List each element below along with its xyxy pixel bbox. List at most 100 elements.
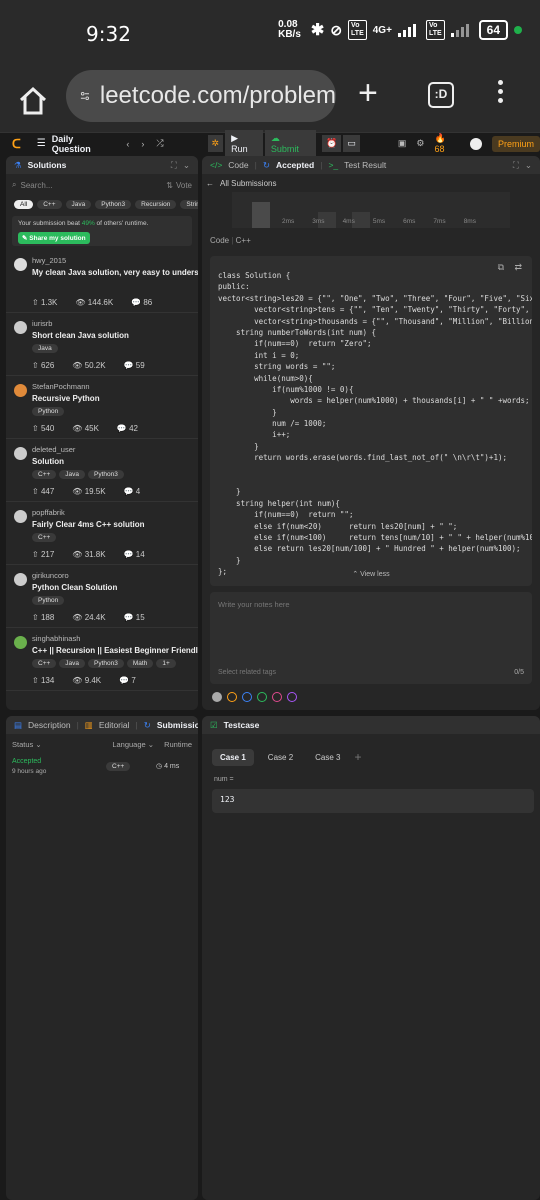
col-language[interactable]: Language ⌄: [112, 740, 154, 750]
filter-chip[interactable]: String: [180, 199, 198, 209]
new-tab-button[interactable]: +: [358, 76, 378, 110]
next-icon[interactable]: ›: [141, 139, 144, 149]
sort-icon[interactable]: ⇅: [166, 181, 173, 190]
col-runtime[interactable]: Runtime: [164, 740, 192, 750]
case-3-tab[interactable]: Case 3: [307, 749, 348, 766]
url-bar[interactable]: leetcode.com/problem: [66, 70, 336, 122]
notes-box[interactable]: Write your notes here Select related tag…: [210, 592, 532, 684]
upvote-count[interactable]: ⇧ 540: [32, 424, 54, 433]
solution-item[interactable]: girikuncoro Python Clean Solution Python ⇧ …: [6, 565, 198, 628]
tags-select[interactable]: Select related tags: [218, 669, 276, 676]
submit-button[interactable]: ☁ Submit: [264, 130, 317, 157]
upvote-icon: ⇧: [32, 487, 41, 496]
avatar: [14, 573, 27, 586]
solution-title: Fairly Clear 4ms C++ solution: [32, 520, 145, 529]
color-green[interactable]: [257, 692, 267, 702]
all-submissions-link[interactable]: ← All Submissions: [202, 174, 540, 192]
solution-item[interactable]: iurisrb Short clean Java solution Java ⇧ 62…: [6, 313, 198, 376]
solution-item[interactable]: StefanPochmann Recursive Python Python ⇧ 54…: [6, 376, 198, 439]
browser-menu-icon[interactable]: [498, 80, 504, 107]
color-pink[interactable]: [272, 692, 282, 702]
shuffle-icon[interactable]: ⤮: [156, 138, 163, 149]
layout-icon[interactable]: ▣: [398, 138, 407, 149]
premium-button[interactable]: Premium: [491, 135, 540, 152]
tab-test-result[interactable]: Test Result: [344, 160, 386, 170]
streak-badge[interactable]: 🔥 68: [434, 133, 458, 154]
upvote-count[interactable]: ⇧ 134: [32, 676, 54, 685]
comment-count: 💬 14: [123, 550, 145, 559]
comment-count: 💬 15: [123, 613, 145, 622]
solution-tag: 1+: [156, 659, 176, 668]
color-blue[interactable]: [242, 692, 252, 702]
color-check-icon[interactable]: [212, 692, 222, 702]
solution-item[interactable]: singhabhinash C++ || Recursion || Easiest…: [6, 628, 198, 691]
tab-description[interactable]: Description: [28, 720, 71, 730]
code-line: return words.erase(words.find_last_not_o…: [218, 453, 507, 463]
var-input[interactable]: 123: [212, 789, 534, 813]
settings-icon[interactable]: ⚙: [416, 138, 424, 149]
code-line: string helper(int num){: [218, 498, 340, 508]
runtime-label: 6ms: [403, 218, 416, 225]
upvote-count[interactable]: ⇧ 447: [32, 487, 54, 496]
share-solution-button[interactable]: ✎ Share my solution: [18, 232, 90, 244]
solution-item[interactable]: hwy_2015 My clean Java solution, very eas…: [6, 250, 198, 313]
sort-label[interactable]: Vote: [176, 181, 192, 190]
solution-item[interactable]: deleted_user Solution C++ Java Python3 ⇧ 447 👁…: [6, 439, 198, 502]
col-status[interactable]: Status ⌄: [12, 740, 42, 750]
expand-icon[interactable]: ⛶: [513, 160, 519, 171]
timer-icon[interactable]: ⏰: [322, 135, 342, 152]
color-purple[interactable]: [287, 692, 297, 702]
filter-chip[interactable]: Recursion: [135, 199, 177, 209]
avatar[interactable]: [470, 137, 482, 150]
search-input[interactable]: Search...: [20, 181, 166, 190]
tab-submissions[interactable]: Submissions: [157, 720, 198, 730]
filter-chip[interactable]: All: [14, 199, 34, 209]
upvote-count[interactable]: ⇧ 1.3K: [32, 298, 57, 307]
run-button[interactable]: ▶ Run: [225, 130, 263, 157]
prev-icon[interactable]: ‹: [126, 139, 129, 149]
color-orange[interactable]: [227, 692, 237, 702]
filter-chip[interactable]: C++: [37, 199, 62, 209]
runtime-value: ◷ 4 ms: [156, 763, 180, 770]
code-block[interactable]: ⧉ ⇄ class Solution {public: vector<string…: [210, 256, 532, 586]
search-icon: ⌕: [12, 180, 17, 189]
solution-item[interactable]: popffabrik Fairly Clear 4ms C++ solution C…: [6, 502, 198, 565]
notes-input[interactable]: Write your notes here: [210, 592, 532, 617]
bottom-left-tabs: ▤ Description | ▥ Editorial | ↻ Submissi…: [6, 716, 198, 734]
upvote-count[interactable]: ⇧ 188: [32, 613, 54, 622]
code-line: if(num%1000 != 0){: [218, 384, 354, 394]
solution-title: C++ || Recursion || Easiest Beginner Fri…: [32, 646, 198, 655]
upvote-count[interactable]: ⇧ 626: [32, 361, 54, 370]
upvote-count[interactable]: ⇧ 217: [32, 550, 54, 559]
tab-switcher-button[interactable]: :D: [428, 82, 454, 108]
solution-stats: ⇧ 626 👁 50.2K 💬 59: [32, 361, 145, 370]
tab-code[interactable]: Code: [228, 160, 248, 170]
case-2-tab[interactable]: Case 2: [260, 749, 301, 766]
list-icon[interactable]: ☰: [37, 138, 46, 149]
status-accepted: Accepted: [12, 758, 42, 765]
daily-question-label[interactable]: Daily Question: [52, 134, 115, 154]
copy-icon[interactable]: ⧉: [498, 262, 504, 273]
add-case-button[interactable]: +: [355, 750, 362, 764]
filter-chip[interactable]: Python3: [95, 199, 132, 209]
leetcode-logo[interactable]: ᑕ: [12, 137, 21, 151]
note-icon[interactable]: ▭: [343, 135, 360, 152]
home-icon[interactable]: [18, 86, 48, 116]
runtime-label: 5ms: [372, 218, 386, 225]
collapse-icon[interactable]: ⌄: [183, 160, 190, 171]
debug-icon[interactable]: ✲: [207, 135, 224, 152]
code-line: while(num>0){: [218, 373, 313, 383]
site-settings-icon[interactable]: [80, 85, 90, 107]
collapse-icon[interactable]: ⌄: [525, 160, 532, 171]
code-line: vector<string>tens = {"", "Ten", "Twenty…: [218, 305, 532, 315]
wrap-icon[interactable]: ⇄: [514, 262, 522, 273]
solution-author: deleted_user: [32, 445, 76, 454]
submission-row[interactable]: Accepted 9 hours ago C++ ◷ 4 ms: [6, 756, 198, 784]
case-1-tab[interactable]: Case 1: [212, 748, 254, 766]
comment-icon: 💬: [116, 424, 130, 433]
tab-editorial[interactable]: Editorial: [99, 720, 130, 730]
view-less-button[interactable]: ⌃ View less: [210, 570, 532, 578]
filter-chip[interactable]: Java: [65, 199, 92, 209]
tab-accepted[interactable]: Accepted: [276, 160, 314, 170]
expand-icon[interactable]: ⛶: [171, 160, 177, 171]
